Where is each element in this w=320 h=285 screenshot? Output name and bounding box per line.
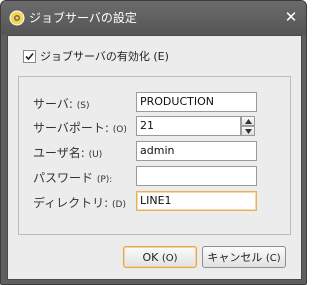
window-title: ジョブサーバの設定	[29, 11, 137, 25]
up-arrow-icon	[245, 119, 252, 124]
password-input[interactable]	[136, 166, 257, 186]
server-row: サーバ: (S) PRODUCTION	[19, 92, 290, 114]
checkmark-icon	[25, 52, 34, 60]
port-input[interactable]: 21	[136, 116, 241, 136]
port-row: サーバポート: (O) 21	[19, 116, 290, 138]
directory-input[interactable]: LINE1	[136, 191, 257, 211]
dialog-window: ジョブサーバの設定 ✕ ジョブサーバの有効化 (E) サーバ: (S) PROD…	[0, 0, 307, 285]
port-label: サーバポート: (O)	[33, 121, 127, 135]
dialog-body: ジョブサーバの有効化 (E) サーバ: (S) PRODUCTION サーバポー…	[7, 35, 302, 280]
down-arrow-icon	[245, 129, 252, 134]
title-bar[interactable]: ジョブサーバの設定 ✕	[1, 1, 306, 35]
close-button[interactable]: ✕	[282, 8, 300, 26]
server-label: サーバ: (S)	[33, 97, 90, 111]
settings-group: サーバ: (S) PRODUCTION サーバポート: (O) 21 ユーザ名:…	[18, 76, 291, 235]
directory-row: ディレクトリ: (D) LINE1	[19, 191, 290, 213]
spin-down-button[interactable]	[241, 126, 255, 136]
user-input[interactable]: admin	[136, 141, 257, 161]
enable-job-server-option[interactable]: ジョブサーバの有効化 (E)	[23, 48, 169, 64]
port-spinner	[241, 116, 255, 136]
enable-checkbox[interactable]	[23, 49, 36, 63]
user-label: ユーザ名: (U)	[33, 146, 103, 160]
enable-label: ジョブサーバの有効化 (E)	[40, 50, 169, 63]
cancel-button[interactable]: キャンセル (C)	[202, 246, 286, 268]
spin-up-button[interactable]	[241, 116, 255, 126]
password-label: パスワード (P):	[33, 171, 113, 185]
ok-button[interactable]: OK (O)	[123, 246, 197, 268]
app-gear-icon	[9, 10, 25, 26]
directory-label: ディレクトリ: (D)	[33, 196, 126, 210]
server-input[interactable]: PRODUCTION	[136, 92, 257, 112]
password-row: パスワード (P):	[19, 166, 290, 188]
user-row: ユーザ名: (U) admin	[19, 141, 290, 163]
